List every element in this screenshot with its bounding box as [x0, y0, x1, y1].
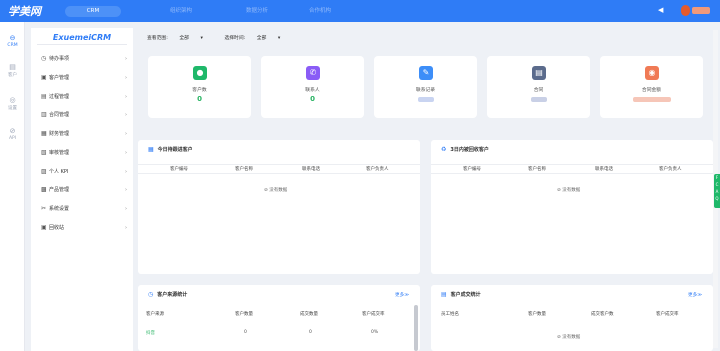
nav-partner[interactable]: 合作机构 [306, 6, 334, 17]
panel-title: ▤ 客户成交统计 [441, 291, 481, 298]
panel-deal-stats: ▤ 客户成交统计 更多≫ 员工姓名 客户数量 成交客户数 客户成交率 ⊘ 没有数据 [431, 285, 713, 351]
table-header: 客户编号 客户名称 联系电话 客户负责人 [431, 164, 713, 174]
chevron-right-icon: › [125, 131, 127, 137]
crm-icon: ⊖ [9, 34, 16, 42]
contract-icon: ▥ [41, 111, 47, 118]
empty-state: ⊘ 没有数据 [557, 335, 581, 340]
top-navigation-bar: 学美网 CRM 组织架构 数据分析 合作机构 ◀ [0, 0, 720, 22]
sidebar-item-contract[interactable]: ▥ 合同管理 › [41, 110, 127, 120]
rail-item-crm[interactable]: ⊖ CRM [0, 34, 25, 48]
empty-icon: ⊘ [557, 335, 561, 340]
chevron-right-icon: › [125, 206, 127, 212]
finance-icon: ▦ [41, 130, 47, 137]
blurred-value [633, 97, 671, 102]
table-cell: 抖音 [146, 331, 155, 336]
stat-card-contracts[interactable]: ▤ 合同 [487, 56, 590, 118]
stat-card-customers[interactable]: ● 客户数 0 [148, 56, 251, 118]
more-link[interactable]: 更多≫ [688, 292, 702, 298]
table-cell: 0% [371, 330, 379, 335]
nav-data-analysis[interactable]: 数据分析 [243, 6, 271, 17]
table-header: 客户编号 客户名称 联系电话 客户负责人 [138, 164, 420, 174]
stat-card-records[interactable]: ✎ 联系记录 [374, 56, 477, 118]
panel-scrollbar[interactable] [414, 305, 418, 351]
chevron-right-icon: › [125, 187, 127, 193]
sidebar-brand: ExuemeiCRM [52, 33, 112, 42]
sidebar-item-finance[interactable]: ▦ 财务管理 › [41, 129, 127, 139]
blurred-value [531, 97, 547, 102]
panel-title: ♻ 3日内被回收客户 [441, 146, 489, 153]
sidebar-item-product[interactable]: ▩ 产品管理 › [41, 185, 127, 195]
panel-today-followup: ▦ 今日待跟进客户 客户编号 客户名称 联系电话 客户负责人 ⊘ 没有数据 [138, 140, 420, 274]
process-icon: ▤ [41, 93, 47, 100]
sidebar-item-todo[interactable]: ◷ 待办事项 › [41, 54, 127, 64]
sidebar-item-customer[interactable]: ▣ 客户管理 › [41, 73, 127, 83]
product-icon: ▩ [41, 186, 47, 193]
scope-filter[interactable]: 查看范围: 全部 ▾ [147, 36, 213, 41]
contract-count-icon: ▤ [532, 66, 546, 80]
api-icon: ⊘ [9, 127, 16, 135]
sidebar-item-system[interactable]: ✂ 系统设置 › [41, 204, 127, 214]
sidebar-item-kpi[interactable]: ▨ 个人 KPI › [41, 167, 127, 177]
stat-card-amount[interactable]: ◉ 合同金额 [600, 56, 703, 118]
settings-icon: ◎ [9, 96, 16, 104]
empty-icon: ⊘ [264, 188, 268, 193]
notification-icon[interactable]: ◀ [658, 6, 663, 14]
kpi-icon: ▨ [41, 168, 47, 175]
blurred-value [418, 97, 434, 102]
recycle-icon: ▣ [41, 224, 47, 231]
floating-faq-tab[interactable]: F C A Q [714, 174, 720, 208]
customer-manage-icon: ▣ [41, 74, 47, 81]
time-filter[interactable]: 选择时间: 全部 ▾ [224, 36, 290, 41]
logo[interactable]: 学美网 [8, 3, 41, 19]
customer-count-icon: ● [193, 66, 207, 80]
chevron-right-icon: › [125, 225, 127, 231]
chevron-right-icon: › [125, 94, 127, 100]
left-icon-rail: ⊖ CRM ▤ 客户 ◎ 设置 ⊘ API [0, 22, 25, 351]
rail-item-settings[interactable]: ◎ 设置 [0, 96, 25, 111]
clock-icon: ◷ [41, 55, 47, 62]
rail-item-customer[interactable]: ▤ 客户 [0, 63, 25, 78]
panel-title: ◷ 客户来源统计 [148, 291, 188, 298]
list-icon: ▤ [441, 291, 447, 298]
avatar[interactable] [681, 5, 690, 16]
sidebar-item-process[interactable]: ▤ 过程管理 › [41, 92, 127, 102]
table-cell: 0 [244, 330, 247, 335]
sidebar: ExuemeiCRM ◷ 待办事项 › ▣ 客户管理 › ▤ 过程管理 › ▥ 合同管理 › ▦… [31, 28, 133, 351]
audit-icon: ▧ [41, 149, 47, 156]
user-name-blurred[interactable] [692, 7, 710, 14]
caret-down-icon: ▾ [277, 36, 281, 41]
amount-icon: ◉ [645, 66, 659, 80]
filter-bar: 查看范围: 全部 ▾ 选择时间: 全部 ▾ [147, 34, 300, 41]
contact-icon: ✆ [306, 66, 320, 80]
chevron-right-icon: › [125, 150, 127, 156]
empty-state: ⊘ 没有数据 [557, 188, 581, 193]
sidebar-item-audit[interactable]: ▧ 审核管理 › [41, 148, 127, 158]
record-icon: ✎ [419, 66, 433, 80]
chevron-right-icon: › [125, 56, 127, 62]
panel-recycled-customers: ♻ 3日内被回收客户 客户编号 客户名称 联系电话 客户负责人 ⊘ 没有数据 [431, 140, 713, 274]
calendar-icon: ▦ [148, 146, 154, 153]
chevron-right-icon: › [125, 169, 127, 175]
stat-card-contacts[interactable]: ✆ 联系人 0 [261, 56, 364, 118]
chevron-right-icon: › [125, 112, 127, 118]
caret-down-icon: ▾ [200, 36, 203, 41]
chevron-right-icon: › [125, 75, 127, 81]
nav-crm[interactable]: CRM [65, 6, 121, 17]
table-cell: 0 [309, 330, 312, 335]
tools-icon: ✂ [41, 205, 47, 212]
clock-icon: ◷ [148, 291, 154, 298]
customer-icon: ▤ [9, 63, 16, 71]
sidebar-item-recycle[interactable]: ▣ 回收站 › [41, 223, 127, 233]
divider [37, 44, 127, 45]
empty-icon: ⊘ [557, 188, 561, 193]
panel-title: ▦ 今日待跟进客户 [148, 146, 193, 153]
empty-state: ⊘ 没有数据 [264, 188, 288, 193]
recycle-icon: ♻ [441, 146, 447, 153]
more-link[interactable]: 更多≫ [395, 292, 409, 298]
panel-customer-source: ◷ 客户来源统计 更多≫ 客户来源 客户数量 成交数量 客户成交率 抖音 0 0 … [138, 285, 420, 351]
nav-organization[interactable]: 组织架构 [167, 6, 195, 17]
rail-item-api[interactable]: ⊘ API [0, 127, 25, 141]
